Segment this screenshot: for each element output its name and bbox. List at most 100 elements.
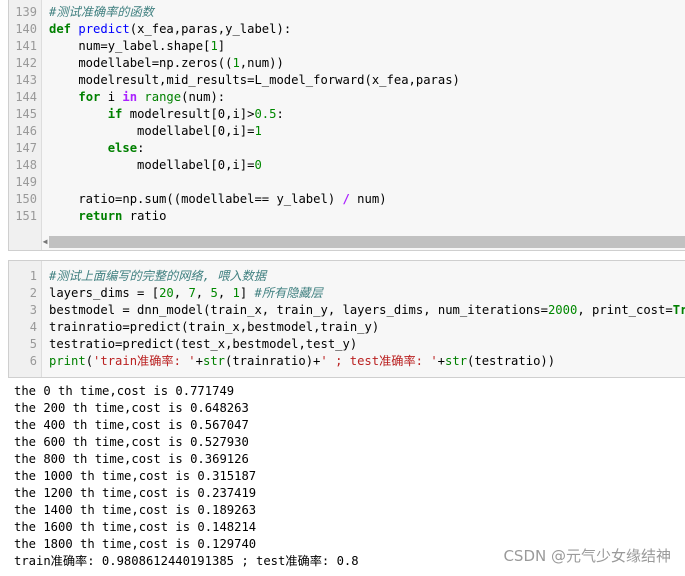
scroll-left-icon[interactable]: ◀ bbox=[41, 236, 49, 248]
code-token: modelresult[0,i]> bbox=[122, 107, 255, 121]
output-line: the 1400 th time,cost is 0.189263 bbox=[14, 503, 257, 517]
line-number: 3 bbox=[29, 303, 37, 317]
line-number: 5 bbox=[29, 337, 37, 351]
code-token: (x_fea,paras,y_label): bbox=[129, 22, 292, 36]
code-token: 5 bbox=[210, 286, 218, 300]
code-token: / bbox=[342, 192, 350, 206]
code-text: bestmodel = dnn_model(train_x, train_y, … bbox=[49, 302, 685, 319]
code-token: True bbox=[672, 303, 685, 317]
code-token: in bbox=[122, 90, 138, 104]
code-token: testratio=predict(test_x,bestmodel,test_… bbox=[49, 337, 358, 351]
code-token: 20 bbox=[159, 286, 174, 300]
code-token: 1 bbox=[232, 286, 240, 300]
code-token: 0 bbox=[254, 158, 262, 172]
code-text: for i in range(num): bbox=[49, 89, 225, 106]
code-token: ,num)) bbox=[239, 56, 284, 70]
code-text: testratio=predict(test_x,bestmodel,test_… bbox=[49, 336, 357, 353]
code-token: 1 bbox=[232, 56, 240, 70]
code-token: print bbox=[49, 354, 86, 368]
code-token: num=y_label.shape[ bbox=[49, 39, 211, 53]
code-token: 2000 bbox=[547, 303, 578, 317]
code-token: 1 bbox=[254, 124, 262, 138]
code-token: modellabel=np.zeros(( bbox=[49, 56, 233, 70]
code-token: for bbox=[78, 90, 101, 104]
code-token: (num): bbox=[181, 90, 226, 104]
line-number: 140 bbox=[15, 22, 37, 36]
code-text: if modelresult[0,i]>0.5: bbox=[49, 106, 284, 123]
code-token: (testratio)) bbox=[467, 354, 556, 368]
code-token: 'train准确率: ' bbox=[93, 354, 196, 368]
code-token: + bbox=[195, 354, 203, 368]
code-token: #所有隐藏层 bbox=[254, 286, 323, 300]
output-line: the 400 th time,cost is 0.567047 bbox=[14, 418, 249, 432]
code-text: #测试准确率的函数 bbox=[49, 4, 154, 21]
line-number: 150 bbox=[15, 192, 37, 206]
line-number: 2 bbox=[29, 286, 37, 300]
code-token: modellabel[0,i]= bbox=[49, 124, 255, 138]
code-text: ratio=np.sum((modellabel== y_label) / nu… bbox=[49, 191, 387, 208]
code-token: layers_dims = [ bbox=[49, 286, 160, 300]
output-line: the 0 th time,cost is 0.771749 bbox=[14, 384, 235, 398]
code-token: + bbox=[437, 354, 446, 368]
code-token: str bbox=[445, 354, 468, 368]
output-line: train准确率: 0.9808612440191385 ; test准确率: … bbox=[14, 554, 359, 568]
code-token: if bbox=[107, 107, 123, 121]
output-line: the 1200 th time,cost is 0.237419 bbox=[14, 486, 257, 500]
code-token: , bbox=[173, 286, 189, 300]
code-token: bestmodel = dnn_model(train_x, train_y, … bbox=[49, 303, 548, 317]
horizontal-scrollbar[interactable] bbox=[49, 236, 685, 248]
code-token: predict bbox=[78, 22, 130, 36]
code-token: ratio bbox=[122, 209, 167, 223]
code-cell-predict[interactable]: 139 #测试准确率的函数 140 def predict(x_fea,paras,y… bbox=[8, 0, 685, 251]
code-text: else: bbox=[49, 140, 145, 157]
code-token: num) bbox=[349, 192, 387, 206]
code-token: #测试上面编写的完整的网络, 喂入数据 bbox=[49, 269, 267, 283]
code-token: range bbox=[144, 90, 182, 104]
watermark: CSDN @元气少女缘结神 bbox=[503, 547, 671, 565]
code-token: : bbox=[276, 107, 284, 121]
output-line: the 1800 th time,cost is 0.129740 bbox=[14, 537, 257, 551]
code-token: modelresult,mid_results=L_model_forward(… bbox=[49, 73, 460, 87]
output-line: the 1600 th time,cost is 0.148214 bbox=[14, 520, 257, 534]
code-token: ] bbox=[239, 286, 255, 300]
code-text: print('train准确率: '+str(trainratio)+' ; t… bbox=[49, 353, 555, 370]
code-token: trainratio=predict(train_x,bestmodel,tra… bbox=[49, 320, 380, 334]
code-text: layers_dims = [20, 7, 5, 1] #所有隐藏层 bbox=[49, 285, 323, 302]
code-text: def predict(x_fea,paras,y_label): bbox=[49, 21, 291, 38]
code-token: i bbox=[100, 90, 123, 104]
code-cell-test-network[interactable]: 1 #测试上面编写的完整的网络, 喂入数据 2 layers_dims = [20, … bbox=[8, 260, 685, 378]
line-number: 139 bbox=[15, 5, 37, 19]
code-token: 1 bbox=[210, 39, 218, 53]
code-text: trainratio=predict(train_x,bestmodel,tra… bbox=[49, 319, 379, 336]
code-token: ] bbox=[217, 39, 226, 53]
line-number: 141 bbox=[15, 39, 37, 53]
output-line: the 600 th time,cost is 0.527930 bbox=[14, 435, 249, 449]
line-number: 6 bbox=[29, 354, 37, 368]
code-token: ratio=np.sum((modellabel== y_label) bbox=[49, 192, 343, 206]
code-token: 0.5 bbox=[254, 107, 277, 121]
output-line: the 200 th time,cost is 0.648263 bbox=[14, 401, 249, 415]
line-number: 4 bbox=[29, 320, 37, 334]
code-text: return ratio bbox=[49, 208, 166, 225]
line-number: 148 bbox=[15, 158, 37, 172]
output-line: the 800 th time,cost is 0.369126 bbox=[14, 452, 249, 466]
code-token: , bbox=[195, 286, 211, 300]
line-number: 147 bbox=[15, 141, 37, 155]
code-token: (trainratio)+ bbox=[225, 354, 321, 368]
code-token: , print_cost= bbox=[577, 303, 673, 317]
code-token: #测试准确率的函数 bbox=[49, 5, 154, 19]
code-token: str bbox=[202, 354, 225, 368]
line-number: 1 bbox=[29, 269, 37, 283]
code-token: modellabel[0,i]= bbox=[49, 158, 255, 172]
line-number: 144 bbox=[15, 90, 37, 104]
code-text: num=y_label.shape[1] bbox=[49, 38, 225, 55]
code-token: ( bbox=[85, 354, 94, 368]
code-token: : bbox=[137, 141, 145, 155]
code-text: modellabel[0,i]=1 bbox=[49, 123, 262, 140]
line-number: 145 bbox=[15, 107, 37, 121]
line-number: 142 bbox=[15, 56, 37, 70]
